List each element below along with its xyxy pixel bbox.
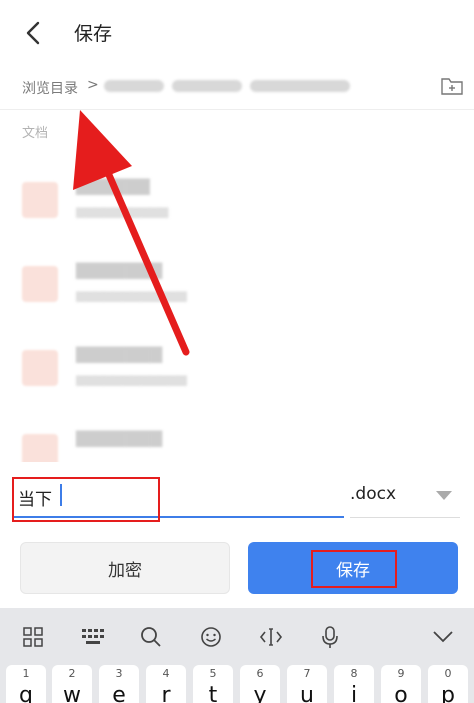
- file-meta-blurred: ▆▆▆▆▆▆▆▆▆▆: [76, 204, 169, 218]
- file-list-item[interactable]: ▇▇▇▇▇▇ ▆▆▆▆▆▆▆▆▆▆: [0, 168, 474, 248]
- back-arrow-icon[interactable]: [18, 18, 48, 48]
- document-icon: [22, 266, 58, 302]
- section-label-documents: 文档: [22, 126, 49, 141]
- file-name-blurred: ▇▇▇▇▇▇▇: [76, 344, 163, 363]
- cursor-icon[interactable]: [256, 622, 286, 652]
- header: 保存: [0, 0, 474, 64]
- search-icon[interactable]: [136, 622, 166, 652]
- file-meta-blurred: ▆▆▆▆▆▆▆▆▆▆▆▆: [76, 288, 187, 302]
- key-r[interactable]: 4r: [146, 665, 186, 703]
- extension-label[interactable]: .docx: [350, 484, 396, 504]
- chevron-down-icon[interactable]: [436, 491, 452, 500]
- breadcrumb-path-blurred: [104, 77, 358, 96]
- apps-grid-icon[interactable]: [18, 622, 48, 652]
- annotation-box-filename: [12, 477, 160, 522]
- collapse-icon[interactable]: [428, 622, 458, 652]
- key-y[interactable]: 6y: [240, 665, 280, 703]
- annotation-box-save: [311, 550, 397, 588]
- file-name-blurred: ▇▇▇▇▇▇▇: [76, 260, 163, 279]
- breadcrumb-root[interactable]: 浏览目录: [22, 78, 78, 98]
- key-e[interactable]: 3e: [99, 665, 139, 703]
- breadcrumb-separator: >: [87, 77, 99, 93]
- key-p[interactable]: 0p: [428, 665, 468, 703]
- keyboard-icon[interactable]: [78, 622, 108, 652]
- new-folder-icon[interactable]: [440, 74, 464, 98]
- emoji-icon[interactable]: [196, 622, 226, 652]
- file-list-item[interactable]: ▇▇▇▇▇▇▇ ▆▆▆▆▆▆▆▆▆▆▆▆: [0, 252, 474, 332]
- file-name-blurred: ▇▇▇▇▇▇▇: [76, 428, 163, 447]
- key-q[interactable]: 1q: [6, 665, 46, 703]
- file-name-blurred: ▇▇▇▇▇▇: [76, 176, 150, 195]
- key-o[interactable]: 9o: [381, 665, 421, 703]
- encrypt-button[interactable]: 加密: [20, 542, 230, 594]
- page-title: 保存: [74, 23, 113, 45]
- key-w[interactable]: 2w: [52, 665, 92, 703]
- key-i[interactable]: 8i: [334, 665, 374, 703]
- key-u[interactable]: 7u: [287, 665, 327, 703]
- file-list-item[interactable]: ▇▇▇▇▇▇▇ ▆▆▆▆▆▆▆▆▆▆▆▆: [0, 336, 474, 416]
- document-icon: [22, 182, 58, 218]
- key-t[interactable]: 5t: [193, 665, 233, 703]
- file-meta-blurred: ▆▆▆▆▆▆▆▆▆▆▆▆: [76, 372, 187, 386]
- microphone-icon[interactable]: [315, 622, 345, 652]
- document-icon: [22, 350, 58, 386]
